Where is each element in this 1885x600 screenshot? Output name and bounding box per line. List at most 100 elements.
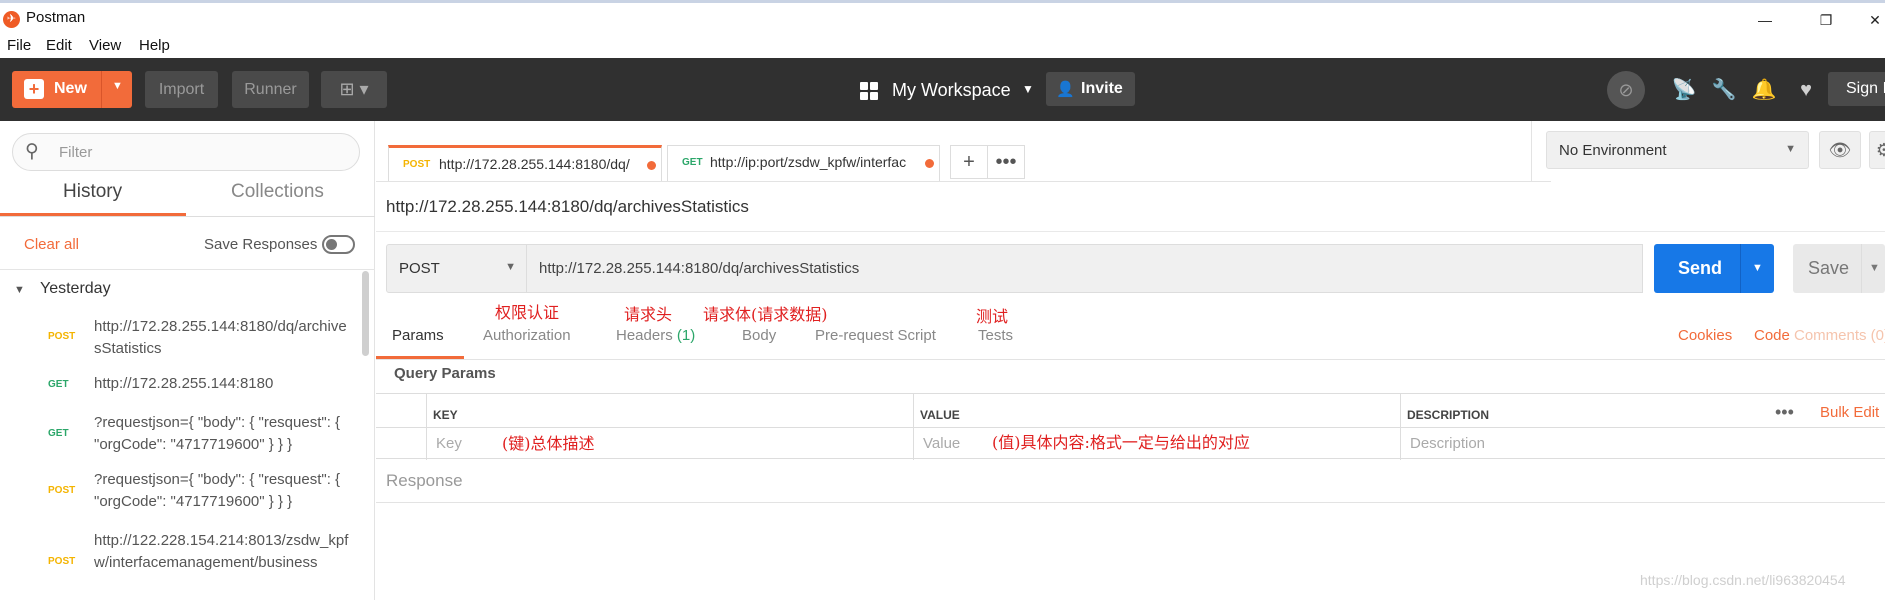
- main-panel: POST http://172.28.255.144:8180/dq/ GET …: [376, 121, 1885, 600]
- plus-icon: +: [963, 151, 975, 173]
- tab-prerequest-script[interactable]: Pre-request Script: [815, 327, 936, 344]
- request-title[interactable]: http://172.28.255.144:8180/dq/archivesSt…: [386, 197, 749, 217]
- send-label: Send: [1678, 258, 1723, 278]
- history-group-label[interactable]: Yesterday: [40, 280, 111, 298]
- key-input[interactable]: Key: [436, 435, 462, 452]
- chevron-down-icon[interactable]: ▼: [1752, 262, 1763, 274]
- eye-icon: 👁: [1828, 140, 1852, 160]
- menu-view[interactable]: View: [89, 37, 121, 54]
- history-url: http://172.28.255.144:8180/dq/archivesSt…: [94, 318, 347, 357]
- tab-url: http://172.28.255.144:8180/dq/: [439, 156, 630, 172]
- method-badge: GET: [48, 379, 69, 390]
- headers-count: (1): [676, 327, 696, 344]
- history-item[interactable]: POST ?requestjson={ "body": { "resquest"…: [0, 469, 360, 515]
- workspace-selector[interactable]: My Workspace ▼: [856, 78, 1046, 108]
- request-tab[interactable]: GET http://ip:port/zsdw_kpfw/interfac: [667, 145, 940, 181]
- invite-label: Invite: [1081, 80, 1123, 97]
- bulk-edit-link[interactable]: Bulk Edit: [1820, 404, 1879, 421]
- tab-options-button[interactable]: •••: [987, 145, 1025, 179]
- history-item[interactable]: POST http://172.28.255.144:8180/dq/archi…: [0, 316, 360, 362]
- clear-all-link[interactable]: Clear all: [24, 236, 79, 253]
- send-button[interactable]: Send ▼: [1654, 244, 1774, 293]
- url-value: http://172.28.255.144:8180/dq/archivesSt…: [539, 260, 860, 277]
- history-url: http://122.228.154.214:8013/zsdw_kpfw/in…: [94, 532, 349, 571]
- unsaved-dot-icon: [925, 159, 934, 168]
- method-badge: POST: [403, 159, 431, 170]
- headers-label: Headers: [616, 327, 673, 344]
- save-label: Save: [1808, 258, 1850, 278]
- divider: [376, 502, 1885, 503]
- method-badge: POST: [48, 331, 76, 342]
- chevron-down-icon: ▼: [1022, 82, 1034, 96]
- invite-button[interactable]: 👤 Invite: [1046, 72, 1135, 106]
- tab-body[interactable]: Body: [742, 327, 776, 344]
- save-button[interactable]: Save ▼: [1793, 244, 1885, 293]
- tab-params[interactable]: Params: [392, 327, 444, 344]
- code-link[interactable]: Code: [1754, 327, 1790, 344]
- workspace-grid-icon: [860, 82, 878, 100]
- bell-icon[interactable]: 🔔: [1749, 75, 1779, 105]
- history-item[interactable]: POST http://122.228.154.214:8013/zsdw_kp…: [0, 530, 360, 600]
- menu-help[interactable]: Help: [139, 37, 170, 54]
- method-select[interactable]: POST ▼: [386, 244, 527, 293]
- watermark: https://blog.csdn.net/li963820454: [1640, 572, 1846, 588]
- comments-link[interactable]: Comments (0): [1794, 327, 1885, 344]
- chevron-down-icon: ▼: [505, 261, 516, 273]
- runner-button[interactable]: Runner: [232, 71, 309, 108]
- sync-icon[interactable]: ⊘: [1607, 71, 1645, 109]
- annotation-body: 请求体(请求数据): [703, 305, 828, 324]
- new-window-button[interactable]: ⊞ ▾: [321, 71, 387, 108]
- table-options-icon[interactable]: •••: [1775, 402, 1794, 423]
- save-responses-toggle[interactable]: [322, 235, 355, 254]
- environment-quick-look-button[interactable]: 👁: [1819, 131, 1861, 169]
- close-button[interactable]: ✕: [1865, 5, 1885, 35]
- app-header: + New ▼ Import Runner ⊞ ▾ My Workspace ▼…: [0, 58, 1885, 121]
- add-user-icon: 👤: [1056, 81, 1075, 98]
- more-icon: •••: [995, 151, 1017, 173]
- environment-label: No Environment: [1559, 142, 1667, 159]
- response-label: Response: [386, 471, 463, 490]
- annotation-value: (值)具体内容:格式一定与给出的对应: [992, 433, 1250, 452]
- divider: [0, 216, 375, 217]
- satellite-icon[interactable]: 📡: [1669, 75, 1699, 105]
- plus-icon: +: [24, 79, 44, 99]
- tab-headers[interactable]: Headers (1): [616, 327, 695, 344]
- history-url: ?requestjson={ "body": { "resquest": { "…: [94, 471, 341, 510]
- history-item[interactable]: GET ?requestjson={ "body": { "resquest":…: [0, 412, 360, 458]
- manage-environments-button[interactable]: ⚙: [1869, 131, 1885, 169]
- new-divider: [101, 71, 102, 108]
- import-button[interactable]: Import: [145, 71, 218, 108]
- tab-history[interactable]: History: [63, 181, 122, 203]
- history-item[interactable]: GET http://172.28.255.144:8180: [0, 373, 360, 397]
- wrench-icon[interactable]: 🔧: [1709, 75, 1739, 105]
- request-tab-active[interactable]: POST http://172.28.255.144:8180/dq/: [388, 145, 662, 181]
- tab-collections[interactable]: Collections: [231, 181, 324, 203]
- chevron-down-icon[interactable]: ▼: [1869, 262, 1880, 274]
- row-divider: [376, 427, 1885, 428]
- divider: [0, 269, 375, 270]
- value-input[interactable]: Value: [923, 435, 960, 452]
- maximize-button[interactable]: ❐: [1806, 5, 1846, 35]
- sidebar-scrollbar[interactable]: [362, 271, 369, 356]
- filter-input[interactable]: ⚲ Filter: [12, 133, 360, 171]
- cookies-link[interactable]: Cookies: [1678, 327, 1732, 344]
- sidebar: ⚲ Filter History Collections Clear all S…: [0, 121, 375, 600]
- add-tab-button[interactable]: +: [950, 145, 988, 179]
- chevron-down-icon[interactable]: ▼: [112, 80, 123, 92]
- annotation-key: (键)总体描述: [502, 434, 595, 453]
- chevron-down-icon[interactable]: ▼: [14, 284, 25, 296]
- minimize-button[interactable]: —: [1745, 5, 1785, 35]
- new-window-icon: ⊞ ▾: [339, 79, 369, 99]
- tab-tests[interactable]: Tests: [978, 327, 1013, 344]
- save-divider: [1861, 244, 1862, 293]
- description-input[interactable]: Description: [1410, 435, 1485, 452]
- sign-in-button[interactable]: Sign In: [1828, 72, 1885, 106]
- heart-icon[interactable]: ♥: [1791, 75, 1821, 105]
- menu-file[interactable]: File: [7, 37, 31, 54]
- url-input[interactable]: http://172.28.255.144:8180/dq/archivesSt…: [527, 244, 1643, 293]
- tab-authorization[interactable]: Authorization: [483, 327, 571, 344]
- new-button[interactable]: + New ▼: [12, 71, 132, 108]
- column-header-value: VALUE: [920, 408, 960, 422]
- menu-edit[interactable]: Edit: [46, 37, 72, 54]
- environment-select[interactable]: No Environment ▼: [1546, 131, 1809, 169]
